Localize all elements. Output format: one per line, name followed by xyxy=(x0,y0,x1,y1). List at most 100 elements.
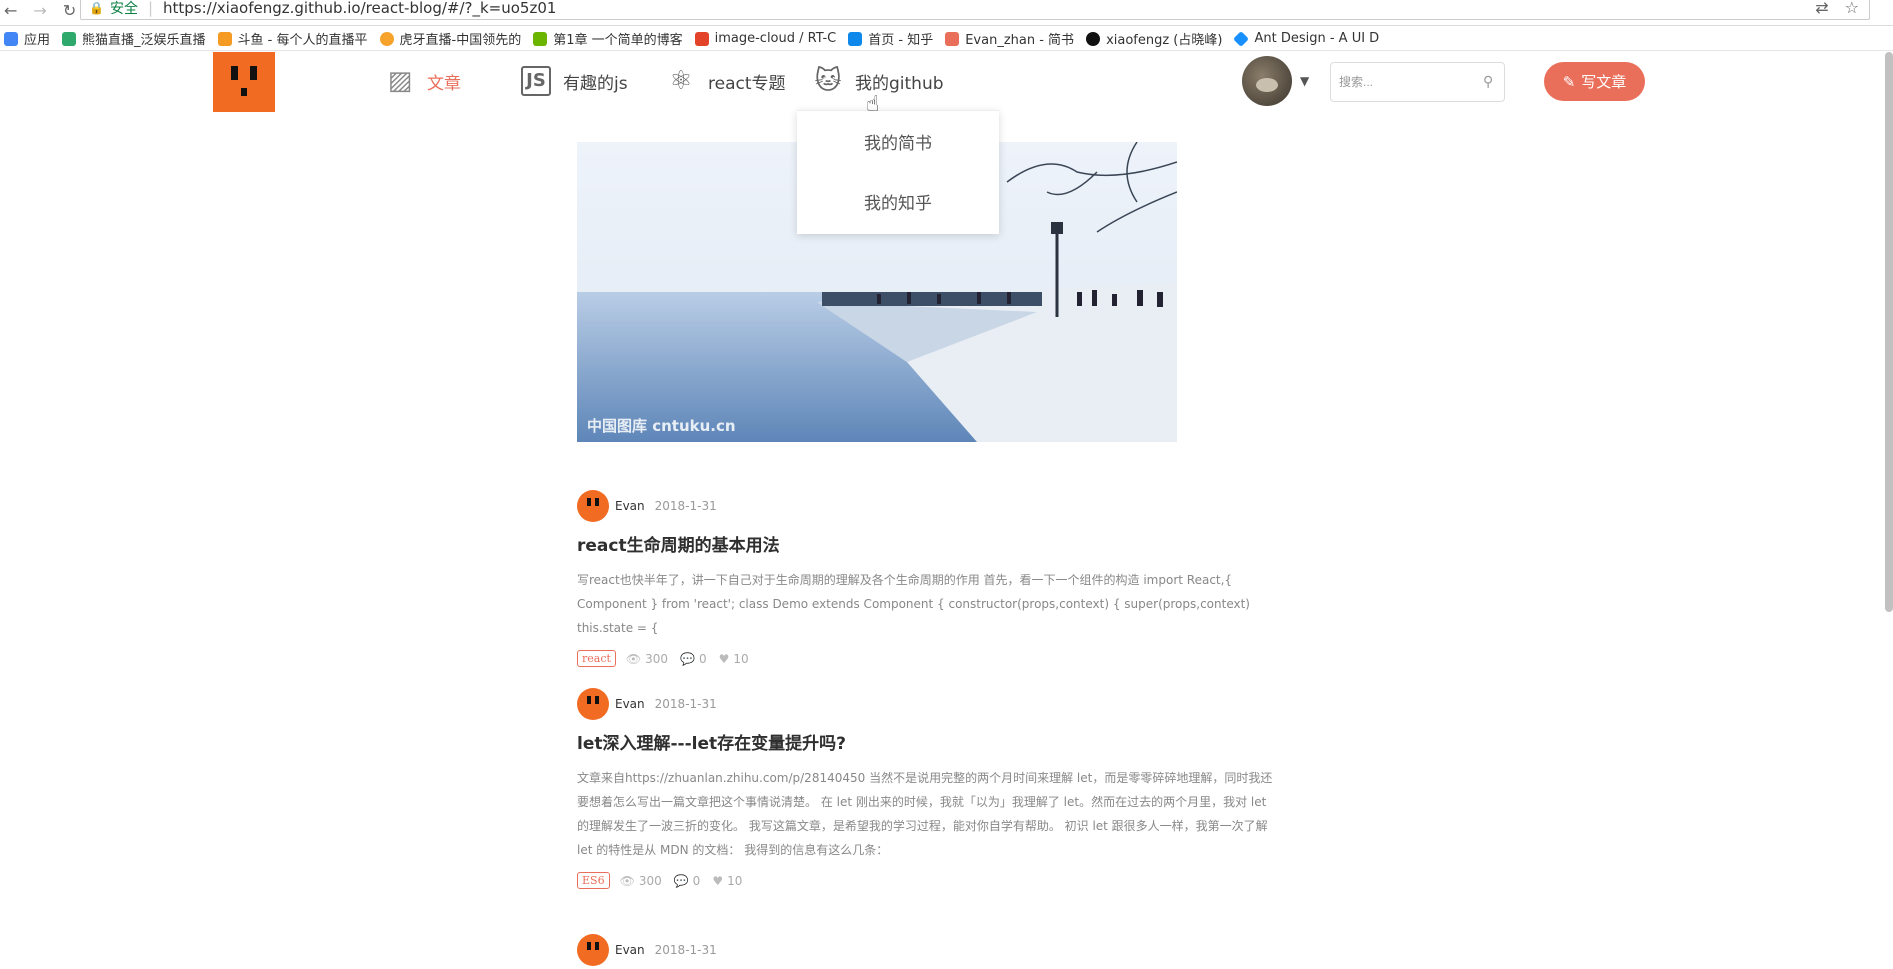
bookmark-star-icon[interactable]: ☆ xyxy=(1845,0,1859,17)
article-meta: Evan 2018-1-31 xyxy=(577,490,1282,522)
article-abstract: 文章来自https://zhuanlan.zhihu.com/p/2814045… xyxy=(577,771,1273,857)
article-date: 2018-1-31 xyxy=(654,943,717,957)
user-avatar[interactable] xyxy=(1242,56,1292,106)
bookmark-label: Evan_zhan - 简书 xyxy=(965,33,1075,48)
bookmark-zhihu[interactable]: 首页 - 知乎 xyxy=(848,29,933,48)
bookmark-antd[interactable]: Ant Design - A UI D xyxy=(1234,31,1379,46)
bookmark-chapter1[interactable]: 第1章 一个简单的博客 xyxy=(533,29,683,48)
eye-icon: 👁 xyxy=(619,873,635,888)
hand-cursor-icon: ☝ xyxy=(866,92,880,117)
translate-icon[interactable]: ⇄ xyxy=(1815,0,1828,17)
url-text[interactable]: https://xiaofengz.github.io/react-blog/#… xyxy=(163,0,556,17)
bookmark-douyu[interactable]: 斗鱼 - 每个人的直播平 xyxy=(217,29,368,48)
logo-mouth xyxy=(241,88,247,96)
douyu-icon xyxy=(217,31,232,46)
comment-icon: 💬 xyxy=(673,873,689,888)
author-name[interactable]: Evan xyxy=(615,499,645,513)
article-card: Evan 2018-1-31 xyxy=(577,934,1282,966)
views-stat: 👁 300 xyxy=(620,874,662,888)
forward-icon[interactable]: → xyxy=(33,1,46,20)
article-tag[interactable]: ES6 xyxy=(577,872,610,889)
dropdown-item-jianshu[interactable]: 我的简书 xyxy=(797,111,999,171)
article-meta: Evan 2018-1-31 xyxy=(577,934,1282,966)
heart-icon: ♥ xyxy=(712,873,724,888)
bookmark-label: 斗鱼 - 每个人的直播平 xyxy=(237,33,368,48)
article-card: Evan 2018-1-31 react生命周期的基本用法 写react也快半年… xyxy=(577,490,1282,667)
article-date: 2018-1-31 xyxy=(654,499,717,513)
chapter-icon xyxy=(533,31,548,46)
bookmarks-bar: 应用 熊猫直播_泛娱乐直播 斗鱼 - 每个人的直播平 虎牙直播-中国领先的 第1… xyxy=(0,27,1893,51)
dropdown-item-zhihu[interactable]: 我的知乎 xyxy=(797,171,999,231)
nav-item-react[interactable]: ⚛ react专题 xyxy=(666,66,786,96)
views-count: 300 xyxy=(645,651,669,666)
author-avatar[interactable] xyxy=(577,688,609,720)
comments-count: 0 xyxy=(692,873,701,888)
likes-stat: ♥ 10 xyxy=(719,652,749,666)
secure-label: 安全 xyxy=(109,0,138,17)
article-card: Evan 2018-1-31 let深入理解---let存在变量提升吗? 文章来… xyxy=(577,688,1282,889)
bookmark-label: 第1章 一个简单的博客 xyxy=(553,33,683,48)
github-dropdown-menu: 我的简书 我的知乎 xyxy=(797,110,999,234)
lock-icon: 🔒 xyxy=(89,0,104,15)
nav-item-articles[interactable]: ▨ 文章 xyxy=(385,66,461,96)
article-title[interactable]: let深入理解---let存在变量提升吗? xyxy=(577,729,1282,754)
bookmark-label: image-cloud / RT-C xyxy=(714,31,837,46)
page-scrollbar[interactable] xyxy=(1885,52,1893,612)
address-divider: | xyxy=(147,0,154,17)
apps-icon xyxy=(4,31,18,46)
author-name[interactable]: Evan xyxy=(615,697,645,711)
nav-label: 文章 xyxy=(427,73,461,94)
comments-stat: 💬 0 xyxy=(680,652,707,666)
views-stat: 👁 300 xyxy=(626,652,668,666)
gitlab-icon xyxy=(694,31,709,46)
search-icon[interactable]: ⚲ xyxy=(1483,74,1493,90)
likes-count: 10 xyxy=(727,873,743,888)
likes-stat: ♥ 10 xyxy=(712,874,742,888)
address-bar-actions: ⇄ ☆ xyxy=(1815,0,1859,17)
write-article-button[interactable]: ✎ 写文章 xyxy=(1544,62,1645,101)
chevron-down-icon[interactable]: ▼ xyxy=(1300,74,1309,88)
bookmark-label: 应用 xyxy=(24,33,51,48)
article-date: 2018-1-31 xyxy=(654,697,717,711)
reload-icon[interactable]: ↻ xyxy=(63,1,76,20)
browser-nav-buttons: ← → ↻ xyxy=(4,1,76,20)
article-footer: react 👁 300 💬 0 ♥ 10 xyxy=(577,650,1282,667)
nav-item-fun-js[interactable]: JS 有趣的js xyxy=(521,66,628,96)
article-title[interactable]: react生命周期的基本用法 xyxy=(577,531,1282,556)
antd-icon xyxy=(1234,31,1250,46)
huya-icon xyxy=(379,31,394,46)
site-logo[interactable] xyxy=(213,52,275,112)
comments-stat: 💬 0 xyxy=(674,874,701,888)
article-tag[interactable]: react xyxy=(577,650,616,667)
author-avatar[interactable] xyxy=(577,934,609,966)
author-avatar[interactable] xyxy=(577,490,609,522)
article-icon: ▨ xyxy=(387,66,413,96)
site-header: ▨ 文章 JS 有趣的js ⚛ react专题 🐱 我的github ▼ ⚲ ✎… xyxy=(0,52,1893,114)
eye-icon: 👁 xyxy=(625,651,642,666)
bookmark-jianshu[interactable]: Evan_zhan - 简书 xyxy=(945,29,1074,48)
nav-label: 我的github xyxy=(855,73,944,94)
bookmark-label: 虎牙直播-中国领先的 xyxy=(399,33,522,48)
nav-label: react专题 xyxy=(708,73,786,94)
article-footer: ES6 👁 300 💬 0 ♥ 10 xyxy=(577,872,1282,889)
bookmark-panda[interactable]: 熊猫直播_泛娱乐直播 xyxy=(62,29,206,48)
comments-count: 0 xyxy=(699,651,707,666)
search-input[interactable] xyxy=(1330,62,1505,102)
bookmark-apps[interactable]: 应用 xyxy=(4,29,50,48)
bookmark-huya[interactable]: 虎牙直播-中国领先的 xyxy=(379,29,522,48)
back-icon[interactable]: ← xyxy=(4,1,17,20)
jianshu-icon xyxy=(945,31,960,46)
browser-toolbar: ← → ↻ 🔒 安全 | https://xiaofengz.github.io… xyxy=(0,0,1893,26)
github-icon: 🐱 xyxy=(814,66,842,96)
bookmark-github[interactable]: xiaofengz (占晓峰) xyxy=(1086,29,1222,48)
bookmark-gitlab[interactable]: image-cloud / RT-C xyxy=(694,31,837,46)
address-bar[interactable]: 🔒 安全 | https://xiaofengz.github.io/react… xyxy=(80,0,1870,20)
article-meta: Evan 2018-1-31 xyxy=(577,688,1282,720)
bookmark-label: Ant Design - A UI D xyxy=(1254,31,1380,46)
feather-icon: ✎ xyxy=(1562,72,1576,91)
nav-label: 有趣的js xyxy=(563,73,628,94)
comment-icon: 💬 xyxy=(680,651,696,666)
author-name[interactable]: Evan xyxy=(615,943,645,957)
views-count: 300 xyxy=(638,873,662,888)
logo-eye-right xyxy=(250,66,257,80)
